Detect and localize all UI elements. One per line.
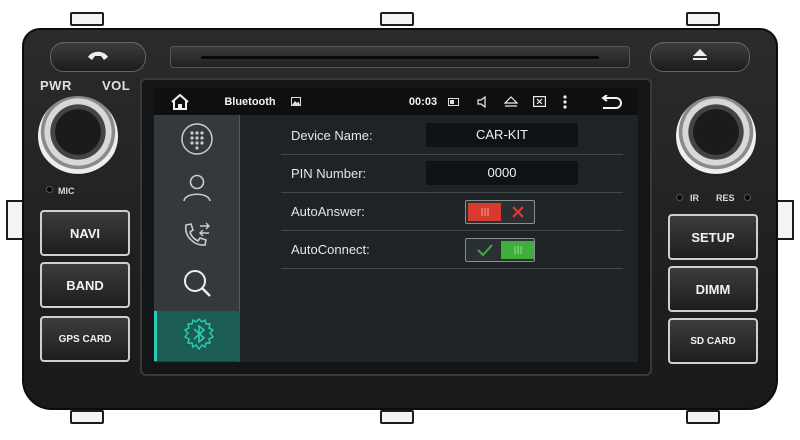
auto-answer-toggle[interactable] — [465, 200, 535, 224]
dialpad-icon — [180, 122, 214, 161]
auto-answer-label: AutoAnswer: — [291, 204, 365, 219]
res-label: RES — [716, 193, 735, 203]
sidebar-item-bluetooth[interactable] — [154, 311, 240, 361]
eject-icon[interactable] — [502, 88, 520, 115]
sidebar-item-dialpad[interactable] — [154, 117, 240, 165]
toggle-on-knob — [501, 241, 534, 259]
window-icon[interactable] — [530, 88, 548, 115]
device-name-row: Device Name: CAR-KIT — [281, 117, 623, 155]
phone-icon — [86, 48, 110, 67]
auto-connect-row: AutoConnect: — [281, 231, 623, 269]
auto-connect-toggle[interactable] — [465, 238, 535, 262]
dimm-button[interactable]: DIMM — [668, 266, 758, 312]
image-icon — [288, 88, 304, 115]
screen: Bluetooth 00:03 Device Name: CAR-KIT PIN… — [154, 88, 638, 362]
mount-tab — [380, 12, 414, 26]
volume-icon[interactable] — [474, 88, 492, 115]
check-icon — [468, 241, 501, 259]
phone-button[interactable] — [50, 42, 146, 72]
toggle-off-knob — [468, 203, 501, 221]
search-icon — [181, 267, 213, 304]
mic-label: MIC — [58, 186, 75, 196]
back-icon[interactable] — [598, 88, 624, 115]
tune-knob[interactable] — [676, 96, 756, 176]
close-icon — [501, 203, 534, 221]
mount-tab — [686, 410, 720, 424]
ir-sensor — [676, 194, 683, 201]
sidebar-item-search[interactable] — [154, 261, 240, 309]
auto-answer-row: AutoAnswer: — [281, 193, 623, 231]
bluetooth-settings: Device Name: CAR-KIT PIN Number: 0000 Au… — [241, 115, 638, 362]
mount-tab — [70, 410, 104, 424]
bt-sidebar — [154, 115, 240, 362]
eject-icon — [692, 48, 708, 66]
status-bar: Bluetooth 00:03 — [154, 88, 638, 115]
app-title: Bluetooth — [224, 95, 276, 108]
sidebar-item-call-log[interactable] — [154, 213, 240, 261]
navi-button[interactable]: NAVI — [40, 210, 130, 256]
mount-tab — [70, 12, 104, 26]
call-log-icon — [180, 219, 214, 256]
mount-tab — [380, 410, 414, 424]
vol-label: VOL — [102, 78, 131, 93]
reset-hole[interactable] — [744, 194, 751, 201]
sd-card-slot[interactable]: SD CARD — [668, 318, 758, 364]
pin-number-row: PIN Number: 0000 — [281, 155, 623, 193]
pin-number-label: PIN Number: — [291, 166, 367, 181]
battery-icon — [446, 88, 462, 115]
ir-label: IR — [690, 193, 699, 203]
eject-button[interactable] — [650, 42, 750, 72]
bluetooth-icon — [182, 317, 216, 356]
home-icon[interactable] — [168, 88, 192, 115]
auto-connect-label: AutoConnect: — [291, 242, 370, 257]
device-name-label: Device Name: — [291, 128, 373, 143]
gps-card-slot[interactable]: GPS CARD — [40, 316, 130, 362]
mic-hole — [46, 186, 53, 193]
pin-number-field[interactable]: 0000 — [426, 161, 578, 185]
pwr-label: PWR — [40, 78, 72, 93]
more-icon[interactable] — [558, 88, 572, 115]
disc-slot — [170, 46, 630, 68]
sidebar-item-contacts[interactable] — [154, 165, 240, 213]
volume-knob[interactable] — [38, 96, 118, 176]
contact-icon — [181, 171, 213, 208]
device-name-field[interactable]: CAR-KIT — [426, 123, 578, 147]
clock: 00:03 — [408, 95, 438, 108]
mount-tab — [776, 200, 794, 240]
band-button[interactable]: BAND — [40, 262, 130, 308]
mount-tab — [686, 12, 720, 26]
setup-button[interactable]: SETUP — [668, 214, 758, 260]
